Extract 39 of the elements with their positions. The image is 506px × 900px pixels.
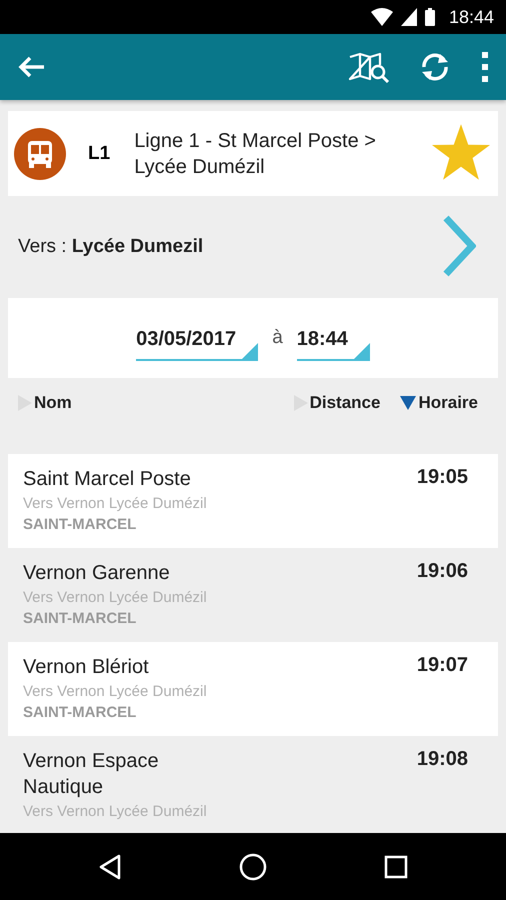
- stop-row[interactable]: Vernon Blériot Vers Vernon Lycée Dumézil SAINT-MARCEL 19:07: [8, 642, 498, 736]
- recents-nav-icon[interactable]: [384, 854, 408, 878]
- separator-text: à: [272, 327, 283, 349]
- stop-direction: Vers Vernon Lycée Dumézil: [23, 495, 208, 512]
- sort-header[interactable]: Distance: [294, 393, 380, 413]
- back-button[interactable]: [16, 55, 46, 79]
- sort-header[interactable]: Horaire: [400, 393, 478, 413]
- wifi-icon: [370, 8, 393, 26]
- stop-town: SAINT-MARCEL: [23, 610, 138, 627]
- time-field[interactable]: 18:44: [296, 328, 370, 360]
- date-field[interactable]: 03/05/2017: [136, 328, 258, 360]
- direction-label: Vers : Lycée Dumezil: [18, 236, 204, 258]
- stop-direction: Vers Vernon Lycée Dumézil: [23, 683, 208, 700]
- line-name: Ligne 1 - St Marcel Poste > Lycée Dumézil: [134, 128, 377, 180]
- home-nav-icon[interactable]: [238, 852, 267, 880]
- line-code: L1: [88, 142, 110, 164]
- stop-name: Vernon Espace Nautique: [23, 749, 160, 800]
- stop-name: Vernon Garenne: [23, 561, 171, 586]
- battery-icon: [424, 8, 435, 26]
- stop-row[interactable]: Saint Marcel Poste Vers Vernon Lycée Dumézil SAINT-MARCEL 19:05: [8, 454, 498, 548]
- stop-time: 19:08: [416, 748, 468, 772]
- stop-row[interactable]: Vernon Garenne Vers Vernon Lycée Dumézil SAINT-MARCEL 19:06: [8, 548, 498, 642]
- menu-button[interactable]: [480, 52, 490, 82]
- stop-time: 19:05: [416, 466, 468, 490]
- stop-time: 19:07: [416, 654, 468, 678]
- stop-time: 19:06: [416, 560, 468, 584]
- back-nav-icon[interactable]: [98, 854, 122, 880]
- stop-town: SAINT-MARCEL: [23, 704, 138, 721]
- signal-icon: [400, 8, 417, 26]
- sort-header[interactable]: Nom: [18, 393, 72, 413]
- stop-town: SAINT-MARCEL: [23, 516, 138, 533]
- bus-icon: [14, 128, 66, 180]
- stop-name: Saint Marcel Poste: [23, 467, 192, 492]
- stop-name: Vernon Blériot: [23, 655, 150, 680]
- stop-row[interactable]: Vernon Espace Nautique Vers Vernon Lycée Dumézil 19:08: [8, 736, 498, 832]
- stop-direction: Vers Vernon Lycée Dumézil: [23, 803, 208, 820]
- status-time: 18:44: [448, 6, 494, 28]
- stop-direction: Vers Vernon Lycée Dumézil: [23, 589, 208, 606]
- map-search-button[interactable]: [348, 51, 390, 83]
